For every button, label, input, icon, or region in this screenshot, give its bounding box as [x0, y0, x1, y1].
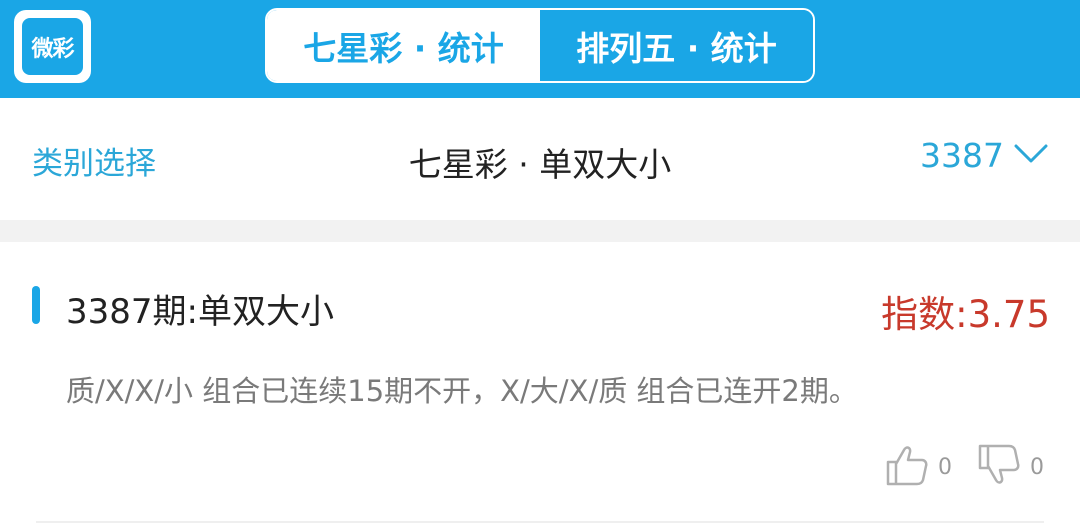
top-header: 微彩 七星彩 · 统计 排列五 · 统计	[0, 0, 1080, 98]
vote-bar: 0 0	[884, 442, 1044, 492]
dislike-button[interactable]: 0	[976, 442, 1044, 492]
category-select-button[interactable]: 类别选择	[32, 138, 156, 183]
app-logo-text: 微彩	[22, 18, 83, 75]
stat-card: 3387期:单双大小 指数:3.75 质/X/X/小 组合已连续15期不开，X/…	[0, 242, 1080, 523]
like-count: 0	[938, 454, 952, 480]
tab-pailiewu-stats[interactable]: 排列五 · 统计	[540, 10, 813, 81]
dislike-count: 0	[1030, 454, 1044, 480]
page-title: 七星彩 · 单双大小	[408, 145, 672, 184]
card-description: 质/X/X/小 组合已连续15期不开，X/大/X/质 组合已连开2期。	[66, 374, 858, 408]
period-dropdown[interactable]: 3387	[920, 136, 1048, 175]
filter-bar: 类别选择 七星彩 · 单双大小 3387	[0, 98, 1080, 220]
thumbs-up-icon	[884, 442, 930, 492]
lottery-tab-switch: 七星彩 · 统计 排列五 · 统计	[265, 8, 815, 83]
chevron-down-icon	[1014, 144, 1048, 168]
tab-qixingcai-stats[interactable]: 七星彩 · 统计	[267, 10, 540, 81]
card-title: 3387期:单双大小	[66, 292, 334, 332]
period-value: 3387	[920, 136, 1004, 175]
thumbs-down-icon	[976, 442, 1022, 492]
like-button[interactable]: 0	[884, 442, 952, 492]
title-accent-bar	[32, 286, 40, 324]
app-logo: 微彩	[14, 10, 91, 83]
section-divider	[0, 220, 1080, 242]
index-value: 指数:3.75	[881, 293, 1050, 336]
